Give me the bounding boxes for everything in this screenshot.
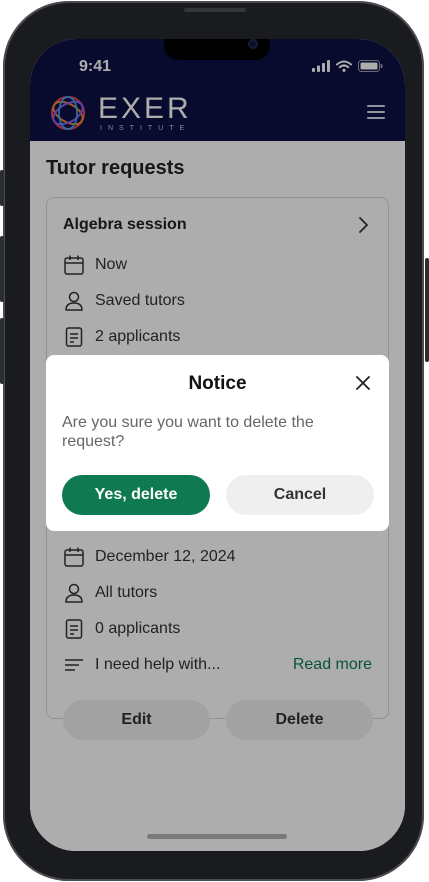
screen: 9:41 EXER INSTITUTE Tutor requests Algeb… — [30, 39, 405, 851]
side-button-volume-down — [0, 318, 4, 384]
side-button-mute — [0, 170, 4, 206]
phone-frame: 9:41 EXER INSTITUTE Tutor requests Algeb… — [3, 1, 424, 881]
cancel-button[interactable]: Cancel — [226, 475, 374, 515]
home-indicator — [147, 834, 287, 839]
confirm-delete-button[interactable]: Yes, delete — [62, 475, 210, 515]
side-button-power — [425, 258, 429, 362]
dialog-message: Are you sure you want to delete the requ… — [62, 414, 314, 450]
close-icon[interactable] — [355, 375, 371, 391]
notice-dialog: Notice Are you sure you want to delete t… — [46, 355, 389, 531]
speaker-grille — [184, 8, 246, 12]
side-button-volume-up — [0, 236, 4, 302]
dialog-title: Notice — [188, 373, 247, 394]
